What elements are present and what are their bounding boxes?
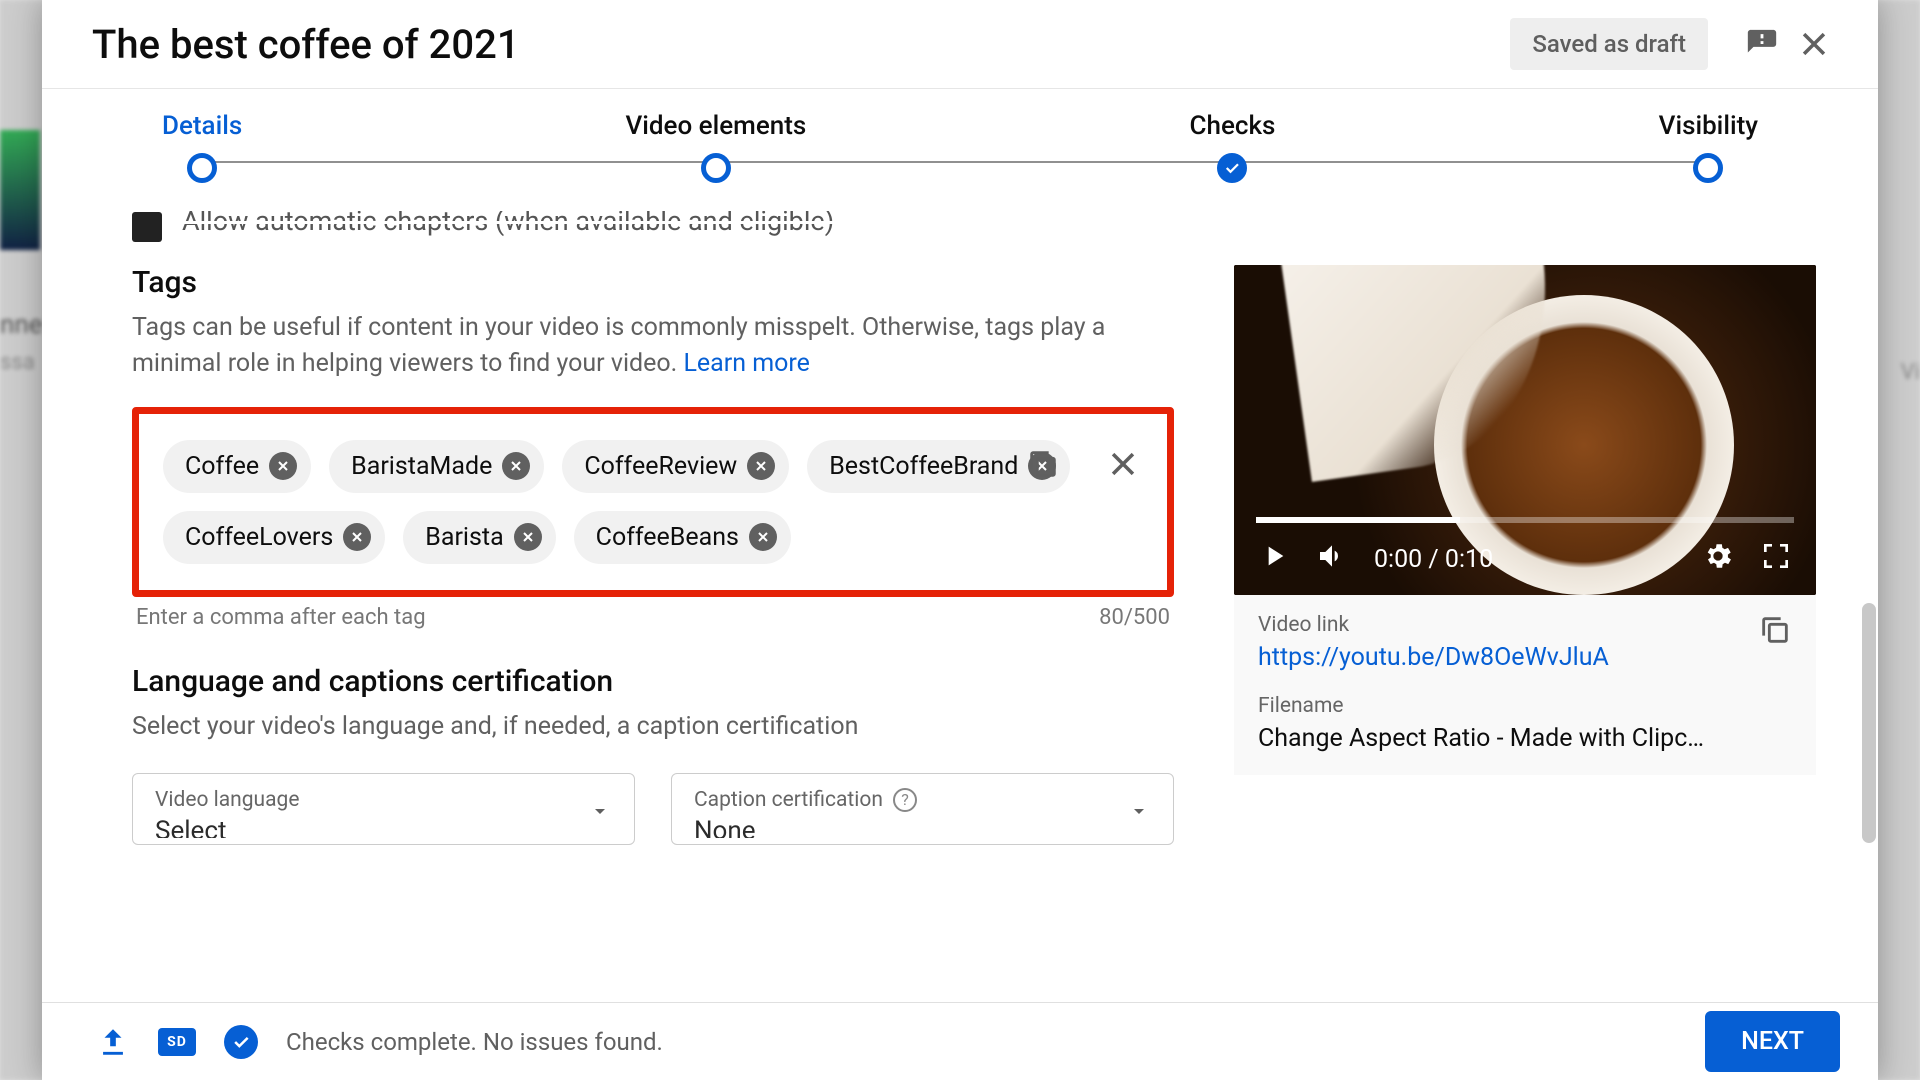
video-preview[interactable]: 0:00 / 0:10: [1234, 265, 1816, 595]
tags-helper-text: Enter a comma after each tag: [136, 605, 426, 630]
remove-tag-icon[interactable]: [343, 523, 371, 551]
tag-label: BestCoffeeBrand: [829, 452, 1018, 481]
video-title: The best coffee of 2021: [92, 21, 1510, 68]
copy-link-icon[interactable]: [1758, 613, 1792, 651]
filename-label: Filename: [1258, 694, 1792, 718]
remove-tag-icon[interactable]: [269, 452, 297, 480]
video-link-label: Video link: [1258, 613, 1738, 637]
stepper: Details Video elements Checks Visibility: [42, 89, 1878, 183]
feedback-icon[interactable]: [1736, 18, 1788, 70]
tag-label: Coffee: [185, 452, 259, 481]
step-checks[interactable]: Checks: [1190, 111, 1276, 183]
tags-learn-more-link[interactable]: Learn more: [683, 349, 809, 378]
chevron-down-icon: [588, 799, 612, 827]
copy-tags-icon[interactable]: [1023, 444, 1063, 484]
help-icon[interactable]: ?: [893, 788, 917, 812]
volume-icon[interactable]: [1316, 540, 1348, 579]
close-icon[interactable]: [1788, 18, 1840, 70]
video-link[interactable]: https://youtu.be/Dw8OeWvJluA: [1258, 643, 1738, 672]
tag-chip: CoffeeReview: [562, 440, 789, 493]
step-details[interactable]: Details: [162, 111, 242, 183]
tag-chip: CoffeeLovers: [163, 511, 385, 564]
scrollbar[interactable]: [1862, 603, 1876, 843]
tags-description: Tags can be useful if content in your vi…: [132, 310, 1174, 383]
dialog-footer: SD Checks complete. No issues found. NEX…: [42, 1002, 1878, 1080]
tags-input-box[interactable]: Coffee BaristaMade CoffeeReview BestCoffeeB…: [132, 407, 1174, 597]
bg-text: nne: [0, 310, 43, 340]
next-button[interactable]: NEXT: [1705, 1011, 1840, 1072]
chevron-down-icon: [1127, 799, 1151, 827]
checkbox-icon[interactable]: [132, 212, 162, 242]
remove-tag-icon[interactable]: [749, 523, 777, 551]
dialog-header: The best coffee of 2021 Saved as draft: [42, 0, 1878, 89]
bg-right: Vi: [1901, 360, 1920, 385]
auto-chapters-label: Allow automatic chapters (when available…: [182, 211, 834, 237]
tags-heading: Tags: [132, 265, 1174, 300]
auto-chapters-row[interactable]: Allow automatic chapters (when available…: [132, 211, 1816, 243]
step-video-elements[interactable]: Video elements: [625, 111, 806, 183]
remove-tag-icon[interactable]: [514, 523, 542, 551]
remove-tag-icon[interactable]: [502, 452, 530, 480]
tag-label: BaristaMade: [351, 452, 492, 481]
bg-text2: ssa: [0, 350, 35, 375]
upload-icon[interactable]: [96, 1025, 130, 1059]
language-description: Select your video's language and, if nee…: [132, 709, 1174, 745]
tag-label: CoffeeLovers: [185, 523, 333, 552]
tags-char-counter: 80/500: [1099, 605, 1170, 630]
play-icon[interactable]: [1258, 540, 1290, 579]
sd-badge-icon: SD: [158, 1028, 196, 1056]
upload-dialog: The best coffee of 2021 Saved as draft D…: [42, 0, 1878, 1080]
settings-icon[interactable]: [1702, 540, 1734, 579]
footer-status-text: Checks complete. No issues found.: [286, 1028, 1677, 1056]
fullscreen-icon[interactable]: [1760, 540, 1792, 579]
tag-chip: CoffeeBeans: [574, 511, 791, 564]
tag-label: Barista: [425, 523, 503, 552]
step-visibility[interactable]: Visibility: [1659, 111, 1758, 183]
filename-value: Change Aspect Ratio - Made with Clipc…: [1258, 724, 1792, 753]
clear-tags-icon[interactable]: [1103, 444, 1143, 484]
tag-label: CoffeeBeans: [596, 523, 739, 552]
caption-certification-dropdown[interactable]: Caption certification? None: [671, 773, 1174, 845]
tag-chip: Coffee: [163, 440, 311, 493]
tag-chip: Barista: [403, 511, 555, 564]
checks-complete-icon: [224, 1025, 258, 1059]
language-heading: Language and captions certification: [132, 664, 1174, 699]
save-status-chip: Saved as draft: [1510, 18, 1708, 70]
tag-chip: BaristaMade: [329, 440, 544, 493]
tag-label: CoffeeReview: [584, 452, 737, 481]
video-language-dropdown[interactable]: Video language Select: [132, 773, 635, 845]
remove-tag-icon[interactable]: [747, 452, 775, 480]
video-time: 0:00 / 0:10: [1374, 545, 1493, 574]
